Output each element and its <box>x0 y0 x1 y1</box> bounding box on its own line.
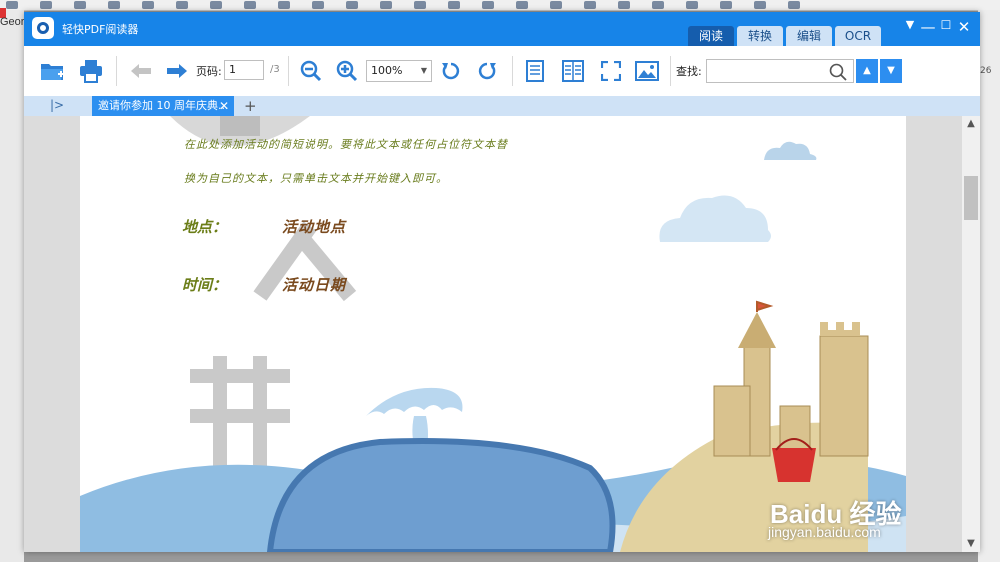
find-label: 查找: <box>676 65 702 78</box>
zoom-out-button[interactable] <box>298 58 324 84</box>
background-toolbar <box>0 0 1000 11</box>
open-folder-icon <box>41 64 64 80</box>
event-description-line-2: 换为自己的文本，只需单击文本并开始键入即可。 <box>184 172 448 185</box>
watermark-url: jingyan.baidu.com <box>768 524 881 540</box>
zoom-value: 100% <box>371 64 403 77</box>
page-total: /3 <box>270 64 280 75</box>
rotate-right-icon <box>478 62 496 80</box>
maximize-button[interactable]: ☐ <box>938 18 954 32</box>
ribbon-tabs: 阅读 转换 编辑 OCR <box>688 26 881 46</box>
scroll-down-icon[interactable]: ▼ <box>962 538 980 549</box>
event-description-line-1: 在此处添加活动的简短说明。要将此文本或任何占位符文本替 <box>184 138 508 151</box>
page-number-input[interactable]: 1 <box>224 60 264 80</box>
single-page-view-button[interactable] <box>522 58 548 84</box>
document-tab[interactable]: 邀请你参加 10 周年庆典... ✕ <box>92 96 234 116</box>
open-file-button[interactable] <box>40 58 66 84</box>
time-label: 时间： <box>182 276 228 294</box>
document-tab-bar: |> 邀请你参加 10 周年庆典... ✕ + <box>24 96 980 116</box>
tab-convert[interactable]: 转换 <box>737 26 783 46</box>
zoom-select[interactable]: 100% ▼ <box>366 60 432 82</box>
tab-ocr[interactable]: OCR <box>835 26 881 46</box>
background-right-panel: 26 <box>978 10 1000 562</box>
background-number: 26 <box>980 66 992 76</box>
printer-icon <box>80 60 102 83</box>
pdf-reader-window: 轻快PDF阅读器 阅读 转换 编辑 OCR ▼ — ☐ ✕ 页码: 1 /3 1… <box>24 12 980 552</box>
image-button[interactable] <box>634 58 660 84</box>
vertical-scrollbar[interactable]: ▲ ▼ <box>962 116 980 552</box>
scroll-up-icon[interactable]: ▲ <box>962 118 980 129</box>
app-logo-icon <box>32 17 54 39</box>
scrollbar-thumb[interactable] <box>964 176 978 220</box>
background-font-name: Geor <box>0 16 25 28</box>
document-viewer[interactable]: 在此处添加活动的简短说明。要将此文本或任何占位符文本替 换为自己的文本，只需单击… <box>24 116 962 552</box>
zoom-in-button[interactable] <box>334 58 360 84</box>
close-button[interactable]: ✕ <box>956 18 972 36</box>
two-page-icon <box>562 60 584 82</box>
find-input[interactable] <box>706 59 854 83</box>
single-page-icon <box>526 60 544 82</box>
menu-dropdown-icon[interactable]: ▼ <box>902 18 918 31</box>
next-page-button[interactable] <box>164 58 190 84</box>
fullscreen-button[interactable] <box>598 58 624 84</box>
app-title: 轻快PDF阅读器 <box>62 23 139 36</box>
previous-page-button[interactable] <box>128 58 154 84</box>
page-label: 页码: <box>196 65 222 78</box>
rotate-left-icon <box>442 62 460 80</box>
arrow-right-icon <box>167 64 187 78</box>
tab-edit[interactable]: 编辑 <box>786 26 832 46</box>
two-page-view-button[interactable] <box>560 58 586 84</box>
title-bar: 轻快PDF阅读器 阅读 转换 编辑 OCR ▼ — ☐ ✕ <box>24 12 980 46</box>
image-icon <box>635 61 659 81</box>
tab-read[interactable]: 阅读 <box>688 26 734 46</box>
rotate-right-button[interactable] <box>474 58 500 84</box>
print-button[interactable] <box>78 58 104 84</box>
chevron-down-icon: ▼ <box>887 65 895 76</box>
chevron-down-icon: ▼ <box>420 66 427 75</box>
find-next-button[interactable]: ▼ <box>880 59 902 83</box>
rotate-left-button[interactable] <box>438 58 464 84</box>
zoom-out-icon <box>300 60 322 82</box>
fullscreen-icon <box>601 61 621 81</box>
sidebar-toggle-button[interactable]: |> <box>50 98 64 112</box>
location-label: 地点： <box>182 218 228 236</box>
pdf-page: 在此处添加活动的简短说明。要将此文本或任何占位符文本替 换为自己的文本，只需单击… <box>80 116 906 552</box>
document-tab-title: 邀请你参加 10 周年庆典... <box>98 99 229 112</box>
close-tab-icon[interactable]: ✕ <box>219 96 229 116</box>
zoom-in-icon <box>336 60 358 82</box>
main-toolbar: 页码: 1 /3 100% ▼ 查找: ▲ ▼ <box>24 46 980 97</box>
chevron-up-icon: ▲ <box>863 65 871 76</box>
new-tab-button[interactable]: + <box>244 96 257 116</box>
location-value: 活动地点 <box>282 218 347 236</box>
background-left-panel: Geor <box>0 8 25 562</box>
search-icon <box>829 63 847 85</box>
time-value: 活动日期 <box>282 276 347 294</box>
arrow-left-icon <box>131 64 151 78</box>
minimize-button[interactable]: — <box>920 18 936 36</box>
find-previous-button[interactable]: ▲ <box>856 59 878 83</box>
